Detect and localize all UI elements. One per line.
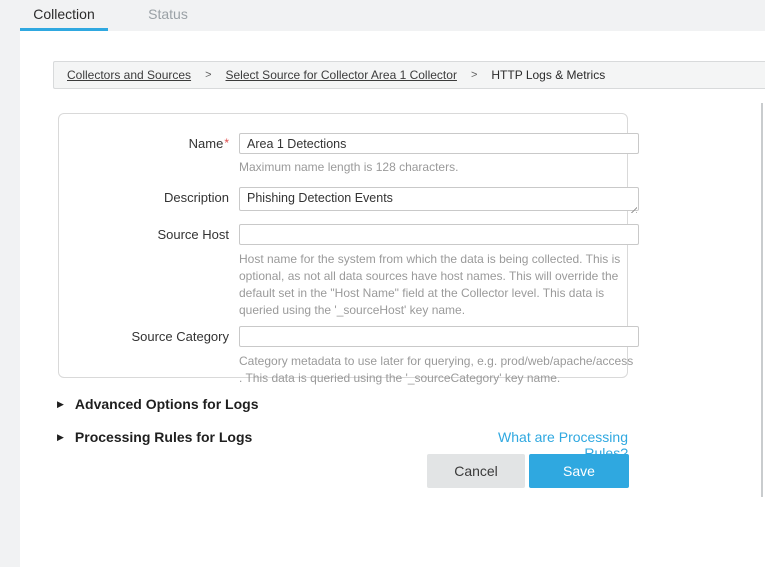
breadcrumb-select-source-link[interactable]: Select Source for Collector Area 1 Colle…	[226, 68, 457, 82]
source-category-input[interactable]	[239, 326, 639, 347]
breadcrumb-current-page: HTTP Logs & Metrics	[491, 68, 605, 82]
breadcrumb-collectors-link[interactable]: Collectors and Sources	[67, 68, 191, 82]
save-button[interactable]: Save	[529, 454, 629, 488]
source-host-row: Source Host Host name for the system fro…	[117, 224, 627, 323]
processing-rules-expander[interactable]: ▶ Processing Rules for Logs	[57, 429, 252, 445]
source-category-row: Source Category Category metadata to use…	[117, 326, 627, 387]
description-row: Description Phishing Detection Events	[117, 187, 627, 216]
advanced-options-expander[interactable]: ▶ Advanced Options for Logs	[57, 396, 259, 412]
processing-rules-label: Processing Rules for Logs	[75, 429, 252, 445]
name-input[interactable]	[239, 133, 639, 154]
source-host-input[interactable]	[239, 224, 639, 245]
tab-collection[interactable]: Collection	[20, 0, 108, 31]
tab-bar: Collection Status	[0, 0, 765, 31]
cancel-button[interactable]: Cancel	[427, 454, 525, 488]
chevron-right-icon: ▶	[57, 433, 64, 442]
source-host-hint: Host name for the system from which the …	[239, 251, 639, 319]
chevron-right-icon: ▶	[57, 400, 64, 409]
left-gutter	[0, 31, 20, 567]
description-label: Description	[117, 187, 229, 216]
breadcrumb: Collectors and Sources > Select Source f…	[53, 61, 765, 89]
tab-status-label: Status	[148, 6, 188, 22]
description-input[interactable]: Phishing Detection Events	[239, 187, 639, 211]
name-row: Name* Maximum name length is 128 charact…	[117, 133, 627, 187]
tab-collection-label: Collection	[33, 6, 94, 22]
source-category-label: Source Category	[117, 326, 229, 387]
name-hint: Maximum name length is 128 characters.	[239, 159, 639, 176]
source-form-card: Name* Maximum name length is 128 charact…	[58, 113, 628, 378]
source-category-hint: Category metadata to use later for query…	[239, 353, 639, 387]
required-asterisk: *	[224, 136, 229, 150]
source-host-label: Source Host	[117, 224, 229, 323]
breadcrumb-separator: >	[471, 69, 477, 81]
tab-status[interactable]: Status	[126, 0, 210, 31]
vertical-scrollbar[interactable]	[761, 103, 763, 497]
breadcrumb-separator: >	[205, 69, 211, 81]
advanced-options-label: Advanced Options for Logs	[75, 396, 259, 412]
name-label: Name*	[117, 133, 229, 187]
source-config-page: Collection Status Collectors and Sources…	[0, 0, 765, 567]
